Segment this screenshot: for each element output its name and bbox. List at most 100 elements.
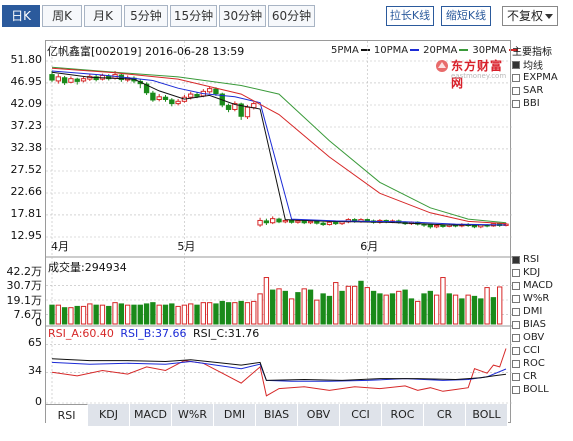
checkbox-icon[interactable] [512,294,520,303]
sub-indicator-item[interactable]: BIAS [512,318,553,331]
candle-body [244,106,251,118]
volume-bar [143,303,150,325]
rsi-b-value: RSI_B:37.66 [120,327,187,340]
rsi-c-value: RSI_C:31.76 [193,327,260,340]
candle-body [61,77,68,84]
shrink-kline-button[interactable]: 缩短K线 [441,6,491,26]
volume-bar [80,305,87,325]
period-tab[interactable]: 30分钟 [219,5,266,27]
volume-bar [484,287,490,325]
checkbox-icon[interactable] [512,359,520,368]
indicator-tab[interactable]: KDJ [88,404,130,426]
checkbox-icon[interactable] [512,307,520,316]
checkbox-icon[interactable] [512,346,520,355]
volume-bar [131,304,137,325]
stretch-kline-button[interactable]: 拉长K线 [386,6,434,26]
main-indicator-item[interactable]: BBI [512,97,558,110]
sub-indicator-label: MACD [523,280,553,291]
sub-indicator-item[interactable]: CCI [512,344,553,357]
sub-indicator-label: W%R [523,293,550,304]
indicator-tab[interactable]: CR [424,404,466,426]
indicator-tab[interactable]: W%R [172,404,214,426]
price-tick-label: 42.09 [10,96,43,110]
candle-body [288,219,295,223]
candle-body [213,88,219,95]
ma-line-20pma [51,66,507,224]
candle-body [427,224,434,228]
volume-bar [370,290,377,325]
volume-bar [225,302,232,325]
indicator-tab[interactable]: MACD [130,404,172,426]
volume-bar [175,305,181,325]
sub-indicator-item[interactable]: W%R [512,292,553,305]
sub-indicator-item[interactable]: CR [512,370,553,383]
checkbox-icon[interactable] [512,385,520,394]
candle-body [175,100,181,105]
indicator-tab[interactable]: RSI [46,404,88,426]
checkbox-icon[interactable] [512,372,520,381]
main-indicator-list: 均线 EXPMA SAR BBI [512,58,558,110]
checkbox-icon[interactable] [512,60,520,69]
volume-bar [408,298,415,325]
checkbox-icon[interactable] [512,268,520,277]
checkbox-icon[interactable] [512,281,520,290]
candle-body [257,219,263,226]
sub-indicator-item[interactable]: OBV [512,331,553,344]
main-indicator-item[interactable]: EXPMA [512,71,558,84]
volume-bar [421,293,427,325]
sub-indicator-item[interactable]: KDJ [512,266,553,279]
volume-bar [150,302,156,325]
fq-select[interactable]: 不复权 [502,6,558,26]
sub-indicator-label: DMI [523,306,543,317]
sub-indicator-list: RSI KDJ MACD W%R DMI BIAS OBV CCI ROC CR BOLL [512,253,553,396]
checkbox-icon[interactable] [512,86,520,95]
candle-body [364,219,370,222]
indicator-tab[interactable]: ROC [382,404,424,426]
period-tab[interactable]: 月K [84,5,122,27]
sub-indicator-item[interactable]: BOLL [512,383,553,396]
main-indicator-item[interactable]: 均线 [512,58,558,72]
main-indicator-label: EXPMA [523,72,558,83]
period-tab[interactable]: 日K [2,5,40,27]
checkbox-icon[interactable] [512,255,520,264]
checkbox-icon[interactable] [512,73,520,82]
sub-indicator-item[interactable]: DMI [512,305,553,318]
period-tab[interactable]: 5分钟 [124,5,168,27]
main-indicator-item[interactable]: SAR [512,84,558,97]
volume-bar [433,294,440,325]
candle-body [74,78,80,82]
volume-bar [118,303,125,325]
sub-indicator-item[interactable]: ROC [512,357,553,370]
candle-body [206,88,213,93]
volume-bar [61,307,68,325]
indicator-tab[interactable]: OBV [298,404,340,426]
sub-indicator-label: ROC [523,358,545,369]
volume-bar [124,304,131,325]
price-tick-label: 22.66 [10,185,43,198]
indicator-tab[interactable]: CCI [340,404,382,426]
volume-bar [106,305,112,325]
period-tab[interactable]: 60分钟 [268,5,315,27]
indicator-tab[interactable]: BOLL [466,404,508,426]
candle-body [169,99,175,105]
volume-bar [93,304,99,325]
volume-bar [181,304,188,325]
period-tab[interactable]: 15分钟 [170,5,217,27]
sub-indicator-item[interactable]: MACD [512,279,553,292]
checkbox-icon[interactable] [512,99,520,108]
period-tab[interactable]: 周K [42,5,82,27]
volume-bar [276,288,282,325]
volume-bar [490,297,497,325]
sub-indicator-item[interactable]: RSI [512,253,553,266]
checkbox-icon[interactable] [512,320,520,329]
logo-url: eastmoney.com [451,72,507,80]
indicator-tab[interactable]: BIAS [256,404,298,426]
indicator-tab[interactable]: DMI [214,404,256,426]
checkbox-icon[interactable] [512,333,520,342]
volume-bar [383,294,389,325]
volume-bar [339,290,345,325]
candle-body [162,96,169,101]
chart-canvas [46,41,512,405]
volume-bar [251,300,257,325]
volume-bar [55,304,61,325]
